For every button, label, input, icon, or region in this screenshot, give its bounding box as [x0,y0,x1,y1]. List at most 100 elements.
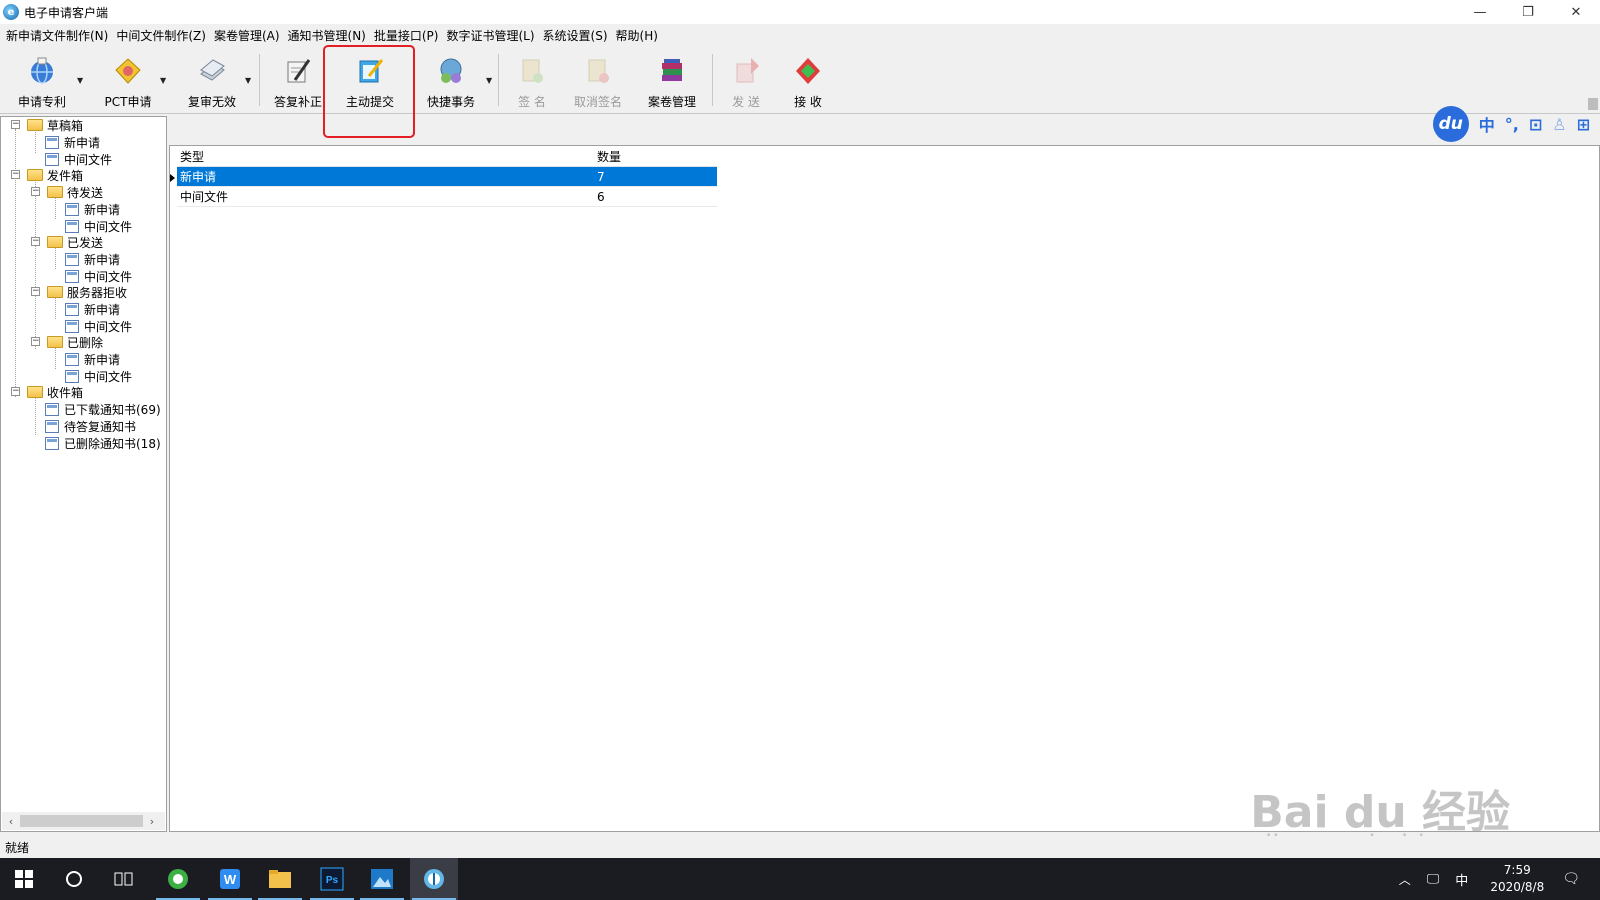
apply-patent-label: 申请专利 [17,95,66,109]
svg-text:Ps: Ps [326,875,339,886]
minimize-button[interactable]: — [1456,0,1504,24]
tree-item-pending[interactable]: − 待发送 [31,184,103,200]
notice-document-icon [45,402,59,416]
menu-case-management[interactable]: 案卷管理(A) [210,27,284,44]
menu-system-settings[interactable]: 系统设置(S) [539,27,612,44]
table-row[interactable]: 新申请 7 [177,167,717,187]
menu-notice-management[interactable]: 通知书管理(N) [284,27,370,44]
tree-item-outbox[interactable]: − 发件箱 [11,167,83,183]
window-title: 电子申请客户端 [24,5,109,20]
taskbar-office-app[interactable]: W [206,858,254,900]
menu-help[interactable]: 帮助(H) [612,27,662,44]
books-stack-icon [655,54,689,88]
collapse-icon[interactable]: − [11,120,20,129]
scroll-right-icon[interactable]: › [143,815,161,828]
pct-apply-dropdown-icon[interactable]: ▼ [160,76,166,85]
tree-item-pending-new[interactable]: 新申请 [65,201,120,217]
start-button[interactable] [0,858,48,900]
toolbar-separator [712,54,713,106]
quick-affairs-label: 快捷事务 [426,95,475,109]
tray-ime-language[interactable]: 中 [1455,870,1468,889]
table-row[interactable]: 中间文件 6 [177,187,717,207]
close-button[interactable]: ✕ [1552,0,1600,24]
stack-paper-icon [195,54,229,88]
tray-expand-icon[interactable]: ︿ [1399,871,1411,888]
tree-item-deleted-notices[interactable]: 已删除通知书(18) [45,435,161,451]
ime-punctuation-icon[interactable]: °, [1505,115,1519,134]
send-arrow-icon [729,54,763,88]
collapse-icon[interactable]: − [11,170,20,179]
tree-item-drafts-new[interactable]: 新申请 [45,134,100,150]
tree-horizontal-scrollbar[interactable]: ‹ › [2,812,165,830]
tree-item-sent-intermediate[interactable]: 中间文件 [65,268,132,284]
send-button[interactable]: 发 送 [724,50,768,112]
collapse-icon[interactable]: − [31,337,40,346]
document-icon [65,219,79,233]
column-header-type[interactable]: 类型 [177,148,594,166]
case-manage-button[interactable]: 案卷管理 [644,50,700,112]
tree-item-drafts[interactable]: − 草稿箱 [11,117,83,133]
ime-user-icon[interactable]: ♙ [1552,115,1566,134]
receive-button[interactable]: 接 收 [786,50,830,112]
clock[interactable]: 7:59 2020/8/8 [1490,862,1544,896]
photos-icon [371,869,393,889]
ime-screen-icon[interactable]: ⊡ [1529,115,1542,134]
restore-button[interactable]: ❐ [1504,0,1552,24]
taskbar-browser[interactable] [154,858,202,900]
collapse-icon[interactable]: − [31,237,40,246]
menu-intermediate-file[interactable]: 中间文件制作(Z) [112,27,210,44]
tree-item-rejected[interactable]: − 服务器拒收 [31,284,127,300]
tree-label: 中间文件 [84,269,133,284]
tree-label: 已删除通知书(18) [64,436,161,451]
collapse-icon[interactable]: − [11,387,20,396]
system-tray: ︿ 🖵 中 7:59 2020/8/8 🗨 [1391,858,1600,900]
tree-item-sent-new[interactable]: 新申请 [65,251,120,267]
quick-affairs-button[interactable]: 快捷事务 [420,50,482,112]
tree-item-deleted[interactable]: − 已删除 [31,334,103,350]
scroll-left-icon[interactable]: ‹ [2,815,20,828]
review-invalid-dropdown-icon[interactable]: ▼ [245,76,251,85]
taskbar-photos[interactable] [358,858,406,900]
review-invalid-button[interactable]: 复审无效 [182,50,242,112]
tree-item-deleted-intermediate[interactable]: 中间文件 [65,368,132,384]
network-icon[interactable]: 🖵 [1427,872,1440,887]
taskbar-file-explorer[interactable] [256,858,304,900]
folder-icon [47,286,63,298]
active-submit-button[interactable]: 主动提交 [340,50,400,112]
sign-button[interactable]: 签 名 [510,50,554,112]
case-manage-label: 案卷管理 [647,95,696,109]
menu-batch-interface[interactable]: 批量接口(P) [370,27,443,44]
menu-new-application[interactable]: 新申请文件制作(N) [2,27,112,44]
ime-language-icon[interactable]: 中 [1479,112,1495,136]
action-center-icon[interactable]: 🗨 [1562,871,1580,887]
column-header-count[interactable]: 数量 [594,148,717,166]
tree-item-rejected-intermediate[interactable]: 中间文件 [65,318,132,334]
pct-apply-button[interactable]: PCT申请 [100,50,156,112]
task-view-button[interactable] [100,858,148,900]
tree-item-to-reply-notices[interactable]: 待答复通知书 [45,418,136,434]
tree-item-rejected-new[interactable]: 新申请 [65,301,120,317]
tree-item-deleted-new[interactable]: 新申请 [65,351,120,367]
search-button[interactable] [50,858,98,900]
tree-item-sent[interactable]: − 已发送 [31,234,103,250]
apply-patent-button[interactable]: 申请专利 [14,50,70,112]
folder-tree[interactable]: − 草稿箱 新申请 中间文件 − 发件箱 − 待发送 新申请 中间文件 − 已发… [0,116,167,832]
collapse-icon[interactable]: − [31,187,40,196]
cancel-sign-button[interactable]: 取消签名 [570,50,626,112]
tree-label: 发件箱 [47,168,84,183]
baidu-ime-logo-icon[interactable]: du [1432,106,1469,142]
tree-item-downloaded-notices[interactable]: 已下载通知书(69) [45,401,161,417]
quick-affairs-dropdown-icon[interactable]: ▼ [486,76,492,85]
document-icon [65,252,79,266]
taskbar-photoshop[interactable]: Ps [308,858,356,900]
collapse-icon[interactable]: − [31,287,40,296]
apply-patent-dropdown-icon[interactable]: ▼ [77,76,83,85]
toolbar-scroll-thumb[interactable] [1588,98,1598,110]
tree-item-inbox[interactable]: − 收件箱 [11,384,83,400]
tree-item-pending-intermediate[interactable]: 中间文件 [65,218,132,234]
taskbar-e-application-client[interactable] [410,858,458,900]
tree-scroll-thumb[interactable] [20,815,143,827]
reply-correct-button[interactable]: 答复补正 [268,50,328,112]
tree-item-drafts-intermediate[interactable]: 中间文件 [45,151,112,167]
menu-digital-certificate[interactable]: 数字证书管理(L) [442,27,538,44]
